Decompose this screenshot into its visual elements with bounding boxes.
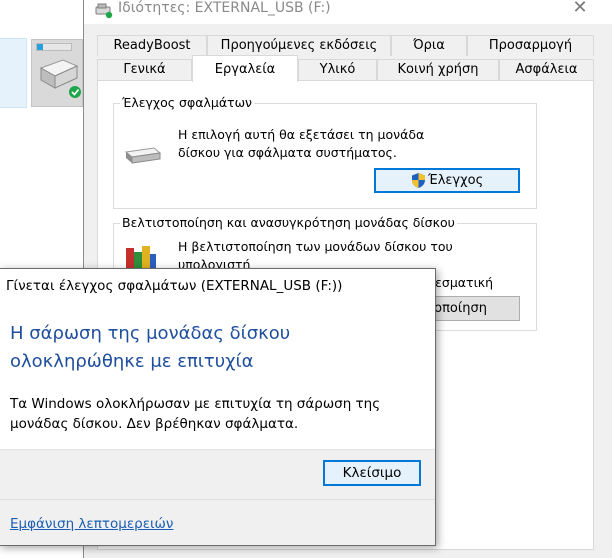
check-result-dialog: Γίνεται έλεγχος σφαλμάτων (EXTERNAL_USB …	[0, 268, 436, 546]
title-bar: Ιδιότητες: EXTERNAL_USB (F:) ✕	[84, 0, 612, 24]
tab-row-2: Γενικά Εργαλεία Υλικό Κοινή χρήση Ασφάλε…	[97, 55, 594, 82]
drive-icon	[124, 147, 162, 164]
optimize-label: Βελτιστοποίηση και ανασυγκρότηση μονάδας…	[120, 215, 457, 230]
explorer-drive-tile[interactable]	[31, 39, 83, 107]
dialog-footer: Κλείσιμο Εμφάνιση λεπτομερειών	[0, 450, 435, 545]
uac-shield-icon	[412, 173, 425, 188]
check-button[interactable]: Έλεγχος	[374, 168, 520, 193]
tab-tools[interactable]: Εργαλεία	[192, 55, 298, 82]
tab-hardware[interactable]: Υλικό	[298, 59, 377, 80]
tab-previous-versions[interactable]: Προηγούμενες εκδόσεις	[207, 35, 391, 56]
usb-drive-icon	[95, 3, 113, 19]
tab-sharing[interactable]: Κοινή χρήση	[377, 59, 499, 80]
check-button-label: Έλεγχος	[428, 173, 484, 188]
error-check-group: Έλεγχος σφαλμάτων Η επιλογή αυτή θα εξετ…	[113, 95, 537, 209]
window-title: Ιδιότητες: EXTERNAL_USB (F:)	[118, 0, 331, 16]
show-details-link[interactable]: Εμφάνιση λεπτομερειών	[10, 516, 173, 532]
dialog-heading: Η σάρωση της μονάδας δίσκου ολοκληρώθηκε…	[10, 323, 291, 372]
tab-general[interactable]: Γενικά	[97, 59, 192, 80]
tab-row-1: ReadyBoost Προηγούμενες εκδόσεις Όρια Πρ…	[97, 35, 594, 57]
tab-customize[interactable]: Προσαρμογή	[467, 35, 594, 56]
dialog-title: Γίνεται έλεγχος σφαλμάτων (EXTERNAL_USB …	[6, 278, 343, 294]
tab-security[interactable]: Ασφάλεια	[499, 59, 594, 80]
error-check-label: Έλεγχος σφαλμάτων	[120, 95, 255, 110]
tab-readyboost[interactable]: ReadyBoost	[97, 35, 207, 56]
explorer-nav-pane	[0, 38, 27, 108]
usb-drive-icon	[39, 59, 81, 98]
close-button[interactable]: Κλείσιμο	[323, 460, 421, 486]
error-check-description: Η επιλογή αυτή θα εξετάσει τη μονάδα δίσ…	[178, 127, 425, 160]
dialog-body: Τα Windows ολοκλήρωσαν με επιτυχία τη σά…	[10, 396, 381, 432]
tab-quotas[interactable]: Όρια	[391, 35, 467, 56]
footer-separator	[0, 499, 435, 500]
close-icon[interactable]: ✕	[568, 0, 592, 20]
drive-usage-bar	[36, 43, 72, 51]
